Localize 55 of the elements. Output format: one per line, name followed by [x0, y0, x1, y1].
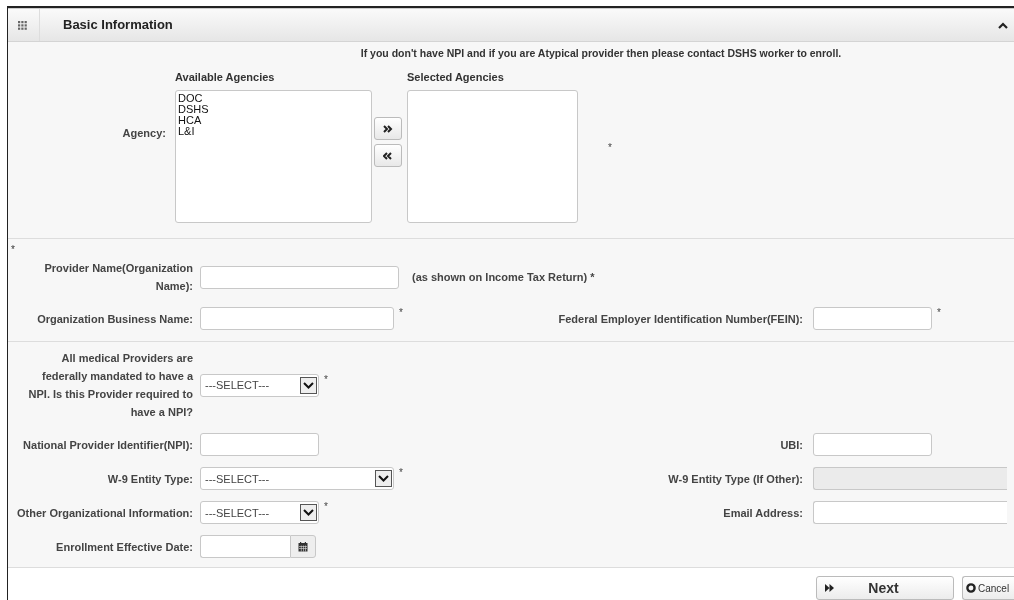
remove-all-button[interactable] [374, 144, 402, 167]
field-label: Other Organizational Information: [16, 505, 193, 521]
field-label: Organization Business Name: [36, 311, 193, 327]
double-chevron-left-icon [383, 151, 393, 160]
field-note: (as shown on Income Tax Return) * [412, 271, 595, 283]
list-option[interactable]: L&I [178, 126, 369, 137]
date-field[interactable] [200, 535, 290, 558]
field-label: Federal Employer Identification Number(FEIN): [557, 311, 803, 327]
add-all-button[interactable] [374, 117, 402, 140]
collapse-caret-icon[interactable] [998, 21, 1008, 29]
calendar-icon [298, 541, 308, 552]
list-option[interactable]: DOC [178, 93, 369, 104]
required-mark: * [324, 373, 328, 385]
grid-icon [18, 20, 27, 30]
required-mark: * [608, 142, 612, 153]
double-chevron-right-icon [383, 124, 393, 133]
dropdown-chevron-icon [300, 376, 317, 394]
field-label: National Provider Identifier(NPI): [22, 437, 193, 453]
dropdown-chevron-icon [300, 504, 317, 521]
required-mark: * [399, 307, 403, 318]
business-name-field[interactable] [200, 307, 395, 330]
npi-required-select[interactable]: ---SELECT--- [200, 373, 319, 397]
list-heading: Selected Agencies [407, 71, 505, 84]
field-label: Provider Name(Organization Name): [43, 261, 193, 294]
provider-name-field[interactable] [200, 265, 399, 289]
cancel-button[interactable]: Cancel [962, 576, 1014, 600]
panel-title: Basic Information [39, 9, 998, 41]
ubi-field[interactable] [813, 433, 932, 456]
available-agencies-list[interactable]: DOC DSHS HCA L&I [175, 90, 372, 223]
field-label: Email Address: [722, 505, 803, 521]
required-mark: * [324, 501, 328, 512]
field-label: UBI: [779, 437, 803, 453]
required-mark: * [10, 243, 16, 257]
list-heading: Available Agencies [175, 71, 276, 84]
calendar-button[interactable] [290, 535, 316, 558]
dropdown-chevron-icon [375, 470, 393, 487]
required-mark: * [937, 307, 941, 318]
field-label: Enrollment Effective Date: [55, 539, 193, 555]
list-option[interactable]: HCA [178, 115, 369, 126]
notice-text: If you don't have NPI and if you are Atypical provider then please contact DSHS worker to enroll. [359, 46, 843, 61]
npi-field[interactable] [200, 433, 319, 456]
field-label: W-9 Entity Type: [106, 471, 193, 487]
next-button[interactable]: Next [816, 576, 954, 600]
organizational-info-select[interactable]: ---SELECT--- [200, 501, 319, 524]
selected-agencies-list[interactable] [407, 90, 578, 223]
agency-label: Agency: [121, 126, 166, 141]
email-field[interactable] [813, 501, 1007, 524]
field-label: W-9 Entity Type (If Other): [667, 471, 803, 487]
fein-field[interactable] [813, 307, 932, 330]
required-mark: * [399, 467, 403, 478]
w9-entity-type-select[interactable]: ---SELECT--- [200, 467, 395, 490]
list-option[interactable]: DSHS [178, 104, 369, 115]
circle-icon [966, 583, 976, 593]
field-label: All medical Providers are federally mandated to have a NPI. Is this Provider required to have a NPI? [27, 351, 193, 420]
fast-forward-icon [825, 584, 834, 592]
